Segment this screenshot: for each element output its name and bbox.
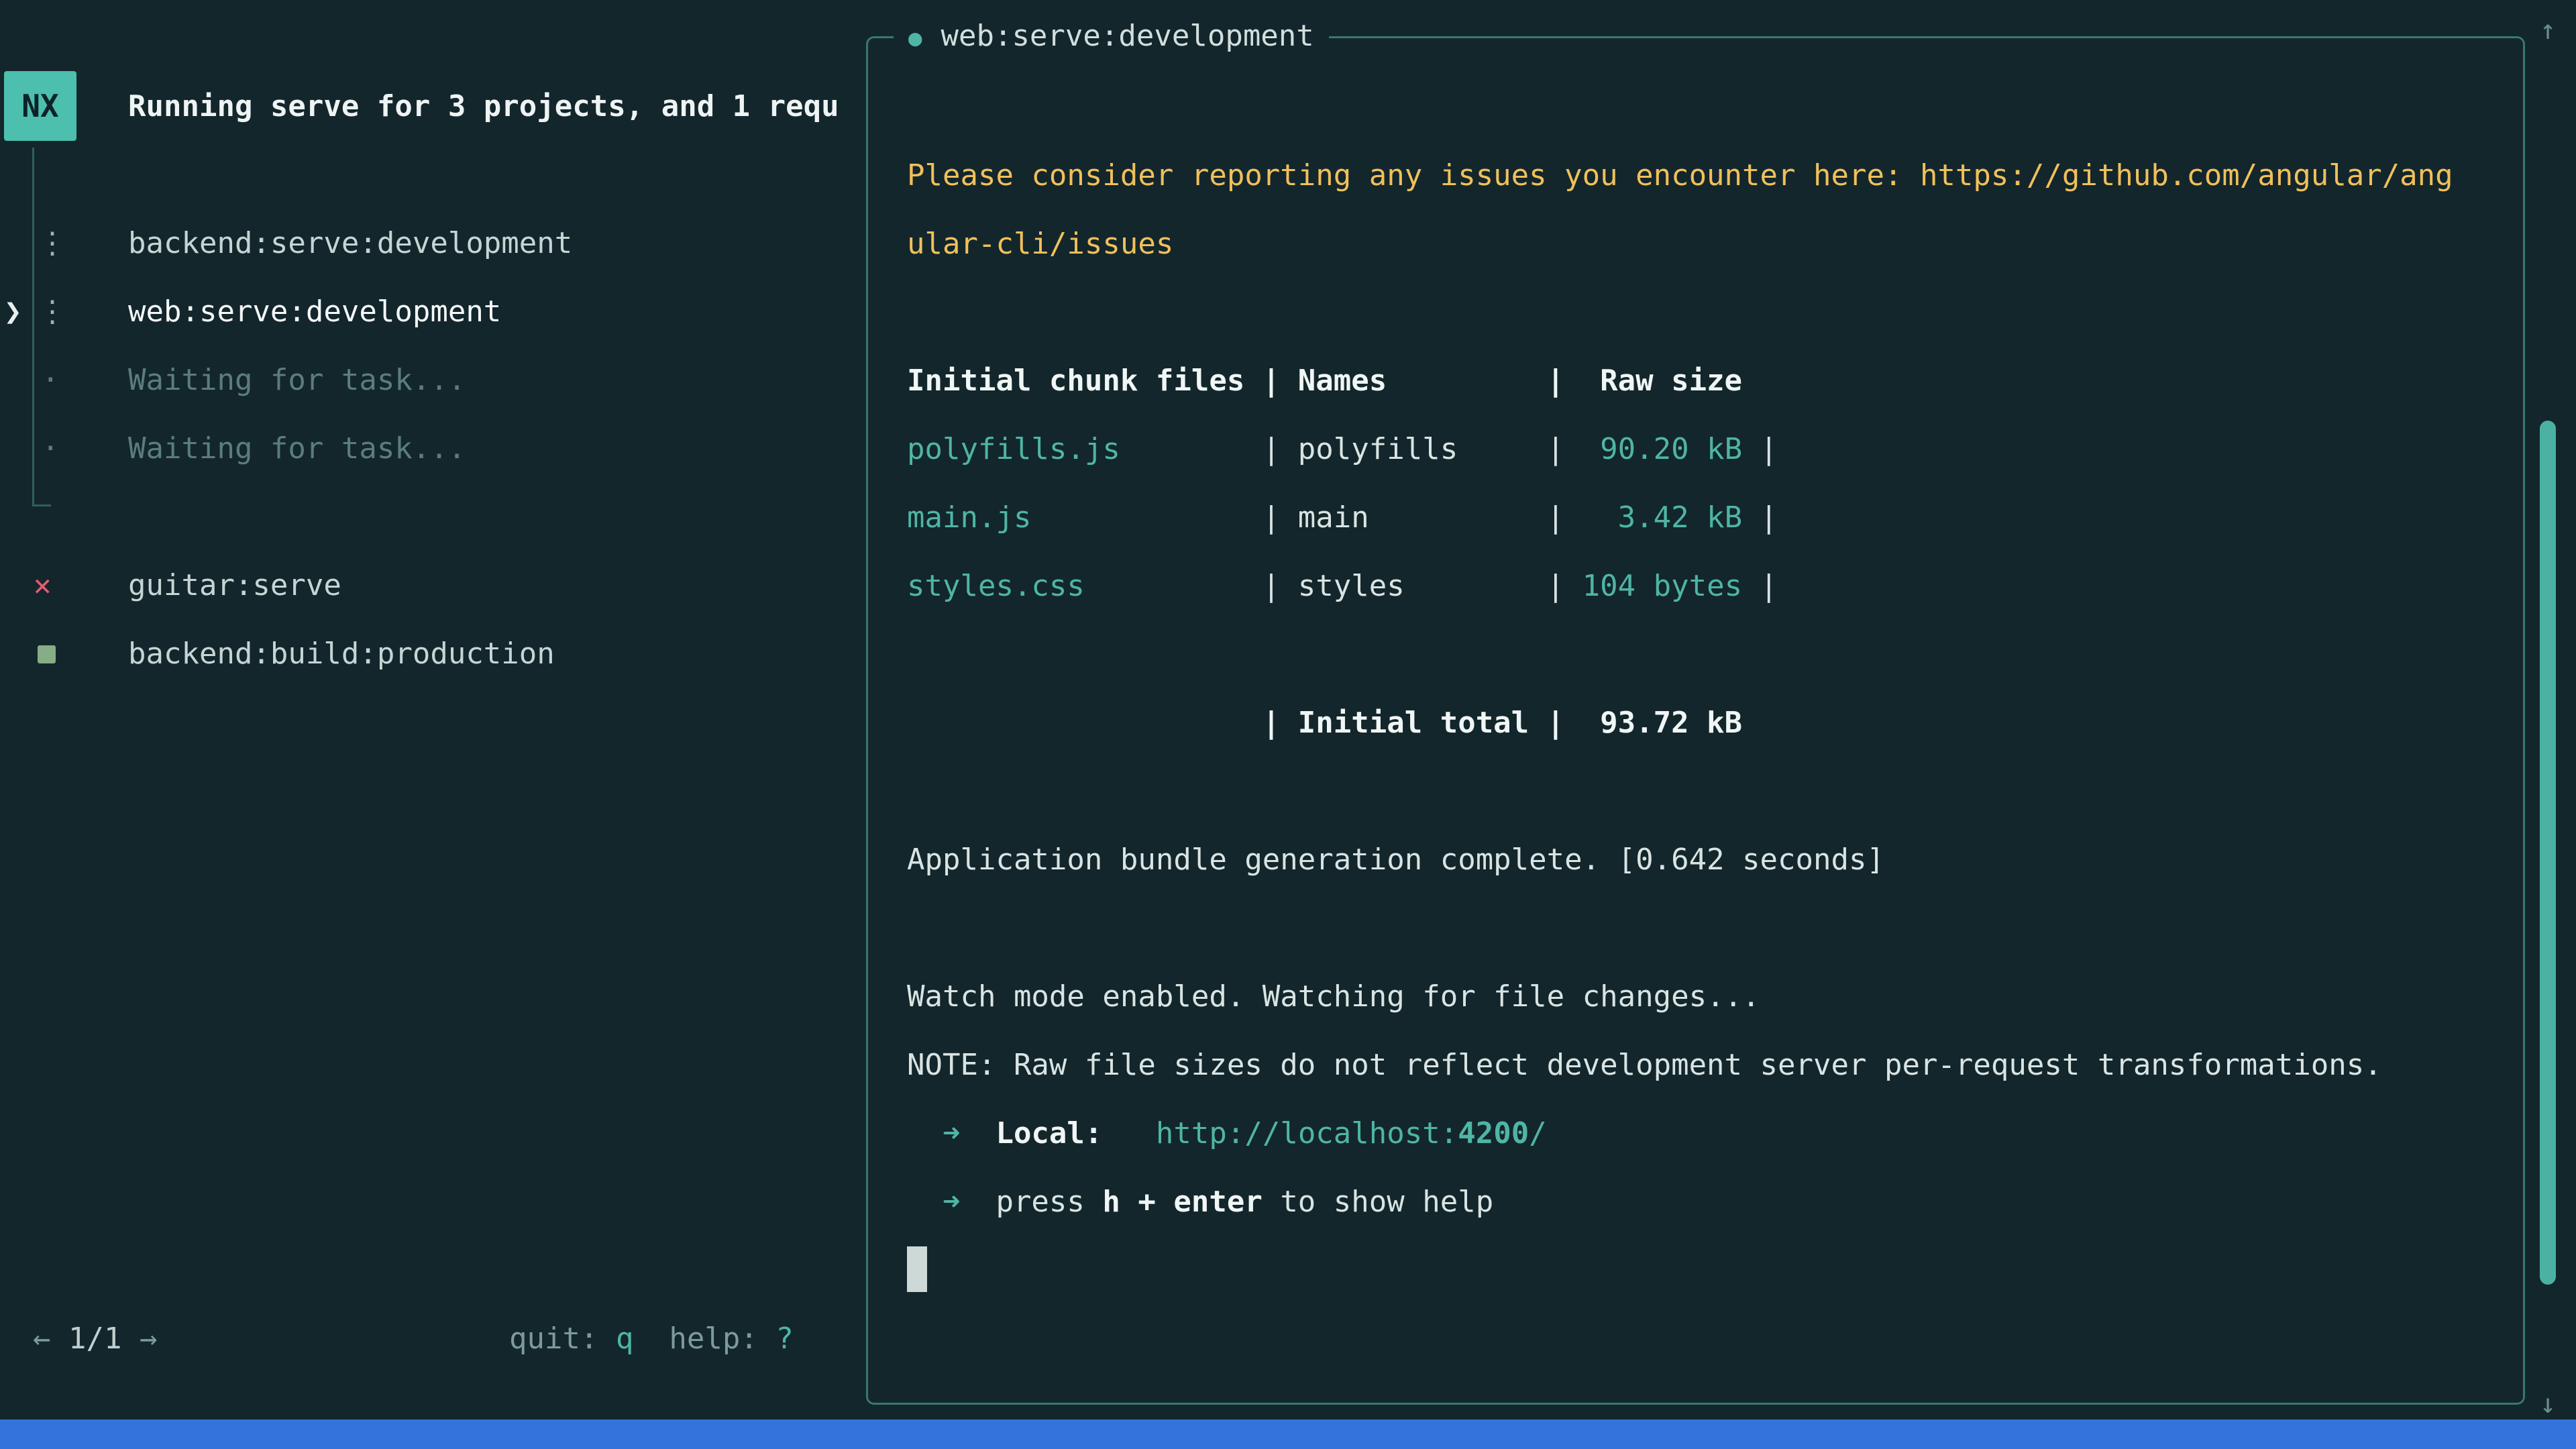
task-label: Waiting for task... — [128, 415, 466, 483]
blank-line — [907, 894, 2490, 963]
local-label: Local: — [996, 1116, 1102, 1150]
keyboard-hints: quit: q help: ? — [509, 1305, 794, 1373]
gap — [1102, 1116, 1155, 1150]
success-square-icon — [38, 645, 56, 663]
page-next-arrow[interactable]: → — [121, 1322, 157, 1356]
nx-logo: NX — [4, 71, 76, 141]
blank-line — [907, 278, 2490, 347]
panel-title-text: web:serve:development — [941, 19, 1313, 53]
chunk-table-row: main.js | main | 3.42 kB | — [907, 484, 2490, 552]
task-row-waiting-1[interactable]: · Waiting for task... — [0, 346, 859, 415]
initial-total-line: | Initial total | 93.72 kB — [907, 689, 2490, 757]
localhost-url-slash[interactable]: / — [1529, 1116, 1547, 1150]
localhost-port[interactable]: 4200 — [1458, 1116, 1529, 1150]
watch-mode-line: Watch mode enabled. Watching for file ch… — [907, 963, 2490, 1031]
task-row-waiting-2[interactable]: · Waiting for task... — [0, 415, 859, 483]
page-prev-arrow[interactable]: ← — [33, 1322, 68, 1356]
task-label: Waiting for task... — [128, 346, 466, 415]
sidebar-title: Running serve for 3 projects, and 1 requ — [128, 72, 859, 141]
chunk-table-header: Initial chunk files | Names | Raw size — [907, 347, 2490, 415]
chunk-row-tail: | — [1742, 432, 1778, 466]
chunk-raw-size: 104 bytes — [1582, 569, 1742, 603]
waiting-dot-icon: · — [42, 415, 60, 483]
quit-key: q — [616, 1322, 634, 1356]
bundle-complete-line: Application bundle generation complete. … — [907, 826, 2490, 894]
task-label: backend:build:production — [128, 620, 555, 688]
chunk-row-separators: | styles | — [1085, 569, 1582, 603]
cursor-line — [907, 1236, 2490, 1305]
task-row-web-serve-selected[interactable]: ❯ ⋮ web:serve:development — [0, 278, 859, 346]
task-label: guitar:serve — [128, 551, 341, 620]
chunk-table-row: polyfills.js | polyfills | 90.20 kB | — [907, 415, 2490, 484]
failed-cross-icon: ✕ — [34, 551, 52, 620]
chunk-row-tail: | — [1742, 500, 1778, 535]
help-hint-line: ➜ press h + enter to show help — [907, 1168, 2490, 1236]
task-row-backend-build[interactable]: backend:build:production — [0, 620, 859, 688]
chunk-file-name: polyfills.js — [907, 432, 1120, 466]
pagination: ← 1/1 → — [33, 1305, 157, 1373]
task-list: ⋮ backend:serve:development ❯ ⋮ web:serv… — [0, 209, 859, 688]
spinner-icon: ⋮ — [38, 209, 67, 278]
chunk-row-tail: | — [1742, 569, 1778, 603]
note-line: NOTE: Raw file sizes do not reflect deve… — [907, 1031, 2490, 1099]
notice-line-2: ular-cli/issues — [907, 210, 2490, 278]
localhost-url-link[interactable]: http://localhost: — [1156, 1116, 1458, 1150]
blank-line — [907, 621, 2490, 689]
panel-terminal-output: Please consider reporting any issues you… — [907, 142, 2490, 1305]
running-bullet-icon: ● — [908, 25, 922, 52]
task-label: backend:serve:development — [128, 209, 572, 278]
scroll-up-arrow[interactable]: ↑ — [2540, 0, 2556, 60]
bottom-status-bar — [0, 1419, 2576, 1449]
terminal-cursor — [907, 1246, 927, 1292]
quit-hint-label: quit: — [509, 1322, 616, 1356]
spinner-icon: ⋮ — [38, 278, 67, 346]
chunk-raw-size: 90.20 kB — [1600, 432, 1742, 466]
chunk-file-name: main.js — [907, 500, 1031, 535]
help-keys: h + enter — [1102, 1185, 1262, 1219]
selection-caret-icon: ❯ — [4, 278, 22, 346]
chunk-raw-size: 3.42 kB — [1618, 500, 1742, 535]
task-row-guitar-serve[interactable]: ✕ guitar:serve — [0, 551, 859, 620]
help-text: to show help — [1263, 1185, 1493, 1219]
arrow-icon: ➜ — [907, 1185, 996, 1219]
scrollbar-thumb[interactable] — [2540, 421, 2556, 1285]
task-list-spacer — [0, 483, 859, 551]
help-hint-label: help: — [633, 1322, 775, 1356]
help-key: ? — [775, 1322, 794, 1356]
page-indicator: 1/1 — [68, 1322, 121, 1356]
arrow-icon: ➜ — [907, 1116, 996, 1150]
chunk-file-name: styles.css — [907, 569, 1085, 603]
chunk-row-separators: | main | — [1031, 500, 1617, 535]
panel-title: ● web:serve:development — [894, 3, 1329, 70]
help-text: press — [996, 1185, 1102, 1219]
terminal-screen: NX Running serve for 3 projects, and 1 r… — [0, 0, 2576, 1449]
chunk-row-separators: | polyfills | — [1120, 432, 1600, 466]
notice-line-1: Please consider reporting any issues you… — [907, 142, 2490, 210]
waiting-dot-icon: · — [42, 346, 60, 415]
blank-line — [907, 757, 2490, 826]
task-row-backend-serve[interactable]: ⋮ backend:serve:development — [0, 209, 859, 278]
chunk-table-row: styles.css | styles | 104 bytes | — [907, 552, 2490, 621]
local-url-line: ➜ Local: http://localhost:4200/ — [907, 1099, 2490, 1168]
task-label: web:serve:development — [128, 278, 501, 346]
